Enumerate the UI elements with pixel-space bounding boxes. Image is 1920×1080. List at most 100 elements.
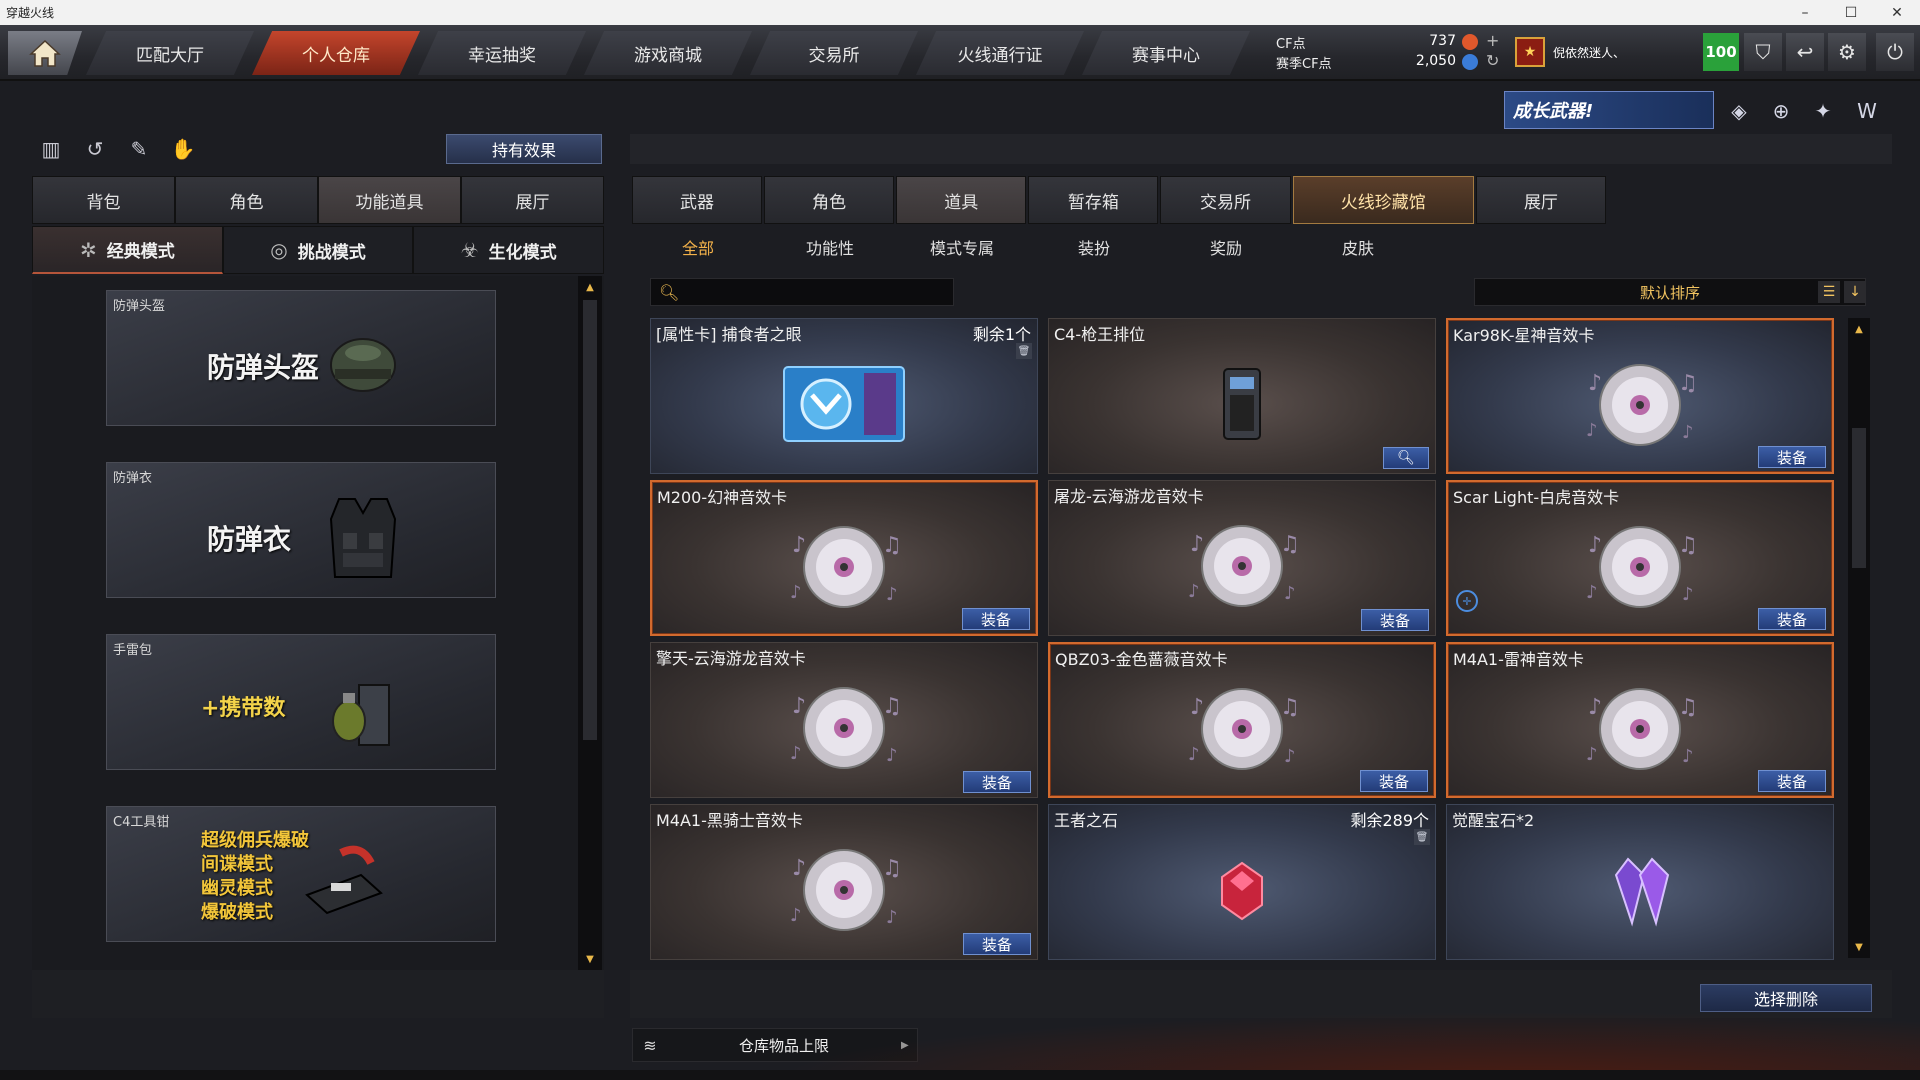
inventory-item-card[interactable]: 王者之石 剩余289个 🗑︎ [1048,804,1436,960]
scroll-down-icon[interactable]: ▼ [1852,940,1866,954]
glove-icon[interactable]: ✋ [168,134,198,164]
badge-icon[interactable]: ✦ [1808,96,1838,126]
nav-tab[interactable]: 交易所 [750,31,918,75]
add-points-button[interactable]: + [1486,31,1499,50]
equip-button[interactable]: 装备 [963,933,1031,955]
stats-icon[interactable]: ▥ [36,134,66,164]
filter-tab[interactable]: 功能性 [764,226,896,268]
warehouse-tab[interactable]: 武器 [632,176,763,224]
slot-c4-pliers[interactable]: C4工具钳 超级佣兵爆破 间谍模式 幽灵模式 爆破模式 [106,806,496,942]
filter-tab[interactable]: 奖励 [1160,226,1292,268]
mode-tab[interactable]: ✲ 经典模式 [32,226,223,274]
slot-grenade-pack[interactable]: 手雷包 +携带数 [106,634,496,770]
slot-armor[interactable]: 防弹衣 防弹衣 [106,462,496,598]
inventory-item-card[interactable]: Kar98K-星神音效卡 ♪ ♫ ♪ ♪ 装备 [1446,318,1834,474]
inventory-item-card[interactable]: 屠龙-云海游龙音效卡 ♪ ♫ ♪ ♪ 装备 [1048,480,1436,636]
item-search[interactable]: 🔍︎ [650,278,954,306]
return-icon[interactable]: ↩ [1786,33,1824,71]
sort-dropdown[interactable]: 默认排序 [1474,278,1866,306]
held-effects-button[interactable]: 持有效果 [446,134,602,164]
maximize-button[interactable]: ☐ [1828,0,1874,25]
sort-direction-icon[interactable]: ↓ [1844,281,1866,303]
equip-button[interactable]: 装备 [1758,770,1826,792]
inventory-item-card[interactable]: M4A1-黑骑士音效卡 ♪ ♫ ♪ ♪ 装备 [650,804,1038,960]
left-bottom-bar [32,970,604,1018]
right-scrollbar[interactable]: ▲ ▼ [1848,318,1870,958]
scroll-up-icon[interactable]: ▲ [583,280,597,294]
left-tab[interactable]: 展厅 [461,176,604,224]
shield-icon[interactable]: ⛉ [1744,33,1782,71]
nav-tab[interactable]: 匹配大厅 [86,31,254,75]
inventory-item-card[interactable]: Scar Light-白虎音效卡 ♪ ♫ ♪ ♪ 装备 ✛ [1446,480,1834,636]
inventory-item-card[interactable]: M200-幻神音效卡 ♪ ♫ ♪ ♪ 装备 [650,480,1038,636]
growth-weapon-banner[interactable]: 成长武器! [1504,91,1714,129]
nav-tab[interactable]: 赛事中心 [1082,31,1250,75]
scroll-up-icon[interactable]: ▲ [1852,322,1866,336]
gear-icon[interactable]: ⚙ [1828,33,1866,71]
filter-tab[interactable]: 模式专属 [896,226,1028,268]
scroll-thumb[interactable] [583,300,597,740]
left-tab[interactable]: 背包 [32,176,175,224]
equip-button[interactable]: 装备 [962,608,1030,630]
emblem-icon[interactable]: ◈ [1724,96,1754,126]
history-icon[interactable]: ↺ [80,134,110,164]
inventory-item-card[interactable]: 擎天-云海游龙音效卡 ♪ ♫ ♪ ♪ 装备 [650,642,1038,798]
filter-tab[interactable]: 装扮 [1028,226,1160,268]
left-tab[interactable]: 功能道具 [318,176,461,224]
equip-button[interactable]: 装备 [1758,446,1826,468]
sort-label: 默认排序 [1639,283,1700,302]
refresh-points-button[interactable]: ↻ [1486,51,1499,70]
equip-button[interactable]: 装备 [1361,609,1429,631]
warehouse-tab[interactable]: 道具 [896,176,1027,224]
minimize-button[interactable]: – [1782,0,1828,25]
player-info[interactable]: ★ 倪依然迷人、 [1515,33,1695,71]
svg-text:♫: ♫ [1678,695,1698,720]
scroll-thumb[interactable] [1852,428,1866,568]
sound-disc-icon: ♪ ♫ ♪ ♪ [790,849,902,931]
inventory-item-card[interactable]: QBZ03-金色蔷薇音效卡 ♪ ♫ ♪ ♪ 装备 [1048,642,1436,798]
inventory-item-card[interactable]: M4A1-雷神音效卡 ♪ ♫ ♪ ♪ 装备 [1446,642,1834,798]
close-button[interactable]: ✕ [1874,0,1920,25]
slot-helmet[interactable]: 防弹头盔 防弹头盔 [106,290,496,426]
nav-tab[interactable]: 游戏商城 [584,31,752,75]
select-delete-button[interactable]: 选择删除 [1700,984,1872,1012]
equip-button[interactable]: 装备 [1758,608,1826,630]
trash-icon[interactable]: 🗑︎ [1414,829,1430,845]
mode-tab[interactable]: ☣ 生化模式 [413,226,605,274]
left-scrollbar[interactable]: ▲ ▼ [578,276,602,970]
mode-tab[interactable]: ◎ 挑战模式 [222,226,414,274]
equip-button[interactable]: 装备 [963,771,1031,793]
item-quantity: 剩余1个 [972,325,1031,344]
warehouse-tab[interactable]: 暂存箱 [1028,176,1159,224]
warehouse-tab[interactable]: 角色 [764,176,895,224]
inventory-item-card[interactable]: 觉醒宝石*2 [1446,804,1834,960]
home-button[interactable] [8,31,82,75]
power-icon[interactable]: ⏻ [1876,33,1914,71]
rank-badge-icon: ★ [1515,37,1545,67]
nav-tab[interactable]: 个人仓库 [252,31,420,75]
trash-icon[interactable]: 🗑︎ [1016,343,1032,359]
slot-title: C4工具钳 [113,815,170,830]
magnify-icon[interactable]: 🔍︎ [1383,447,1429,469]
inventory-item-card[interactable]: C4-枪王排位 🔍︎ [1048,318,1436,474]
left-tab[interactable]: 角色 [175,176,318,224]
warehouse-tab[interactable]: 交易所 [1160,176,1291,224]
svg-text:♫: ♫ [1678,533,1698,558]
wings-icon[interactable]: W [1852,96,1882,126]
inventory-item-card[interactable]: [属性卡] 捕食者之眼 剩余1个 🗑︎ [650,318,1038,474]
scroll-down-icon[interactable]: ▼ [583,952,597,966]
nav-tab[interactable]: 火线通行证 [916,31,1084,75]
warehouse-capacity-bar[interactable]: ≋ 仓库物品上限 ▶ [632,1028,918,1062]
warehouse-tab[interactable]: 火线珍藏馆 [1292,176,1474,224]
warehouse-tab[interactable]: 展厅 [1475,176,1606,224]
item-name: 觉醒宝石*2 [1452,811,1535,830]
c4-mode-line: 间谍模式 [201,854,273,875]
globe-icon[interactable]: ⊕ [1766,96,1796,126]
equip-button[interactable]: 装备 [1360,770,1428,792]
list-view-icon[interactable]: ☰ [1818,281,1840,303]
sound-disc-icon: ♪ ♫ ♪ ♪ [1188,525,1300,607]
filter-tab[interactable]: 全部 [632,226,764,268]
character-icon[interactable]: ✎ [124,134,154,164]
filter-tab[interactable]: 皮肤 [1292,226,1424,268]
nav-tab[interactable]: 幸运抽奖 [418,31,586,75]
